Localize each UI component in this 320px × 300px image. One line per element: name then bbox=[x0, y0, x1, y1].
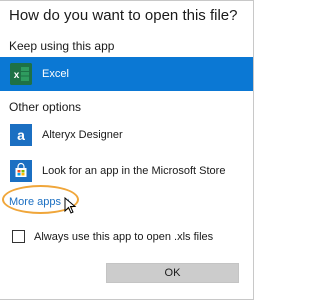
always-use-checkbox[interactable] bbox=[12, 230, 25, 243]
alteryx-icon: a bbox=[10, 124, 32, 146]
dialog-title: How do you want to open this file? bbox=[9, 7, 238, 24]
store-icon bbox=[10, 160, 32, 182]
app-label-store: Look for an app in the Microsoft Store bbox=[42, 165, 226, 177]
app-option-excel[interactable]: x Excel bbox=[0, 57, 253, 91]
excel-icon: x bbox=[10, 63, 32, 85]
open-with-dialog: How do you want to open this file? Keep … bbox=[0, 0, 254, 300]
app-label-alteryx: Alteryx Designer bbox=[42, 129, 123, 141]
more-apps-label: More apps bbox=[9, 196, 61, 208]
other-options-label: Other options bbox=[9, 100, 82, 114]
app-option-alteryx[interactable]: a Alteryx Designer bbox=[0, 118, 253, 152]
mouse-cursor-icon bbox=[64, 197, 77, 214]
svg-text:x: x bbox=[14, 70, 20, 81]
app-option-store[interactable]: Look for an app in the Microsoft Store bbox=[0, 154, 253, 188]
app-label-excel: Excel bbox=[42, 68, 69, 80]
excel-icon-glyph: x bbox=[10, 63, 32, 85]
ok-button[interactable]: OK bbox=[106, 263, 239, 283]
store-bag-icon bbox=[10, 160, 32, 182]
keep-using-label: Keep using this app bbox=[9, 39, 115, 53]
always-use-label: Always use this app to open .xls files bbox=[34, 230, 214, 243]
more-apps-link[interactable]: More apps ↓ bbox=[9, 192, 71, 212]
always-use-option[interactable]: Always use this app to open .xls files bbox=[12, 230, 213, 243]
